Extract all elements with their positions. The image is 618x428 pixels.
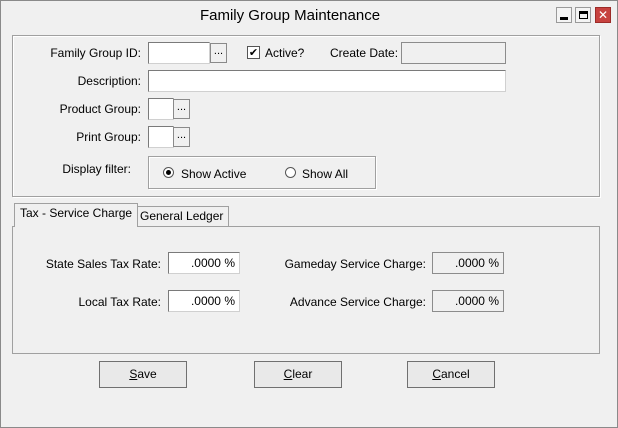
create-date-label: Create Date: <box>330 46 399 60</box>
minimize-icon <box>560 16 568 20</box>
product-group-label: Product Group: <box>59 102 141 116</box>
tax-service-charge-panel <box>12 226 600 354</box>
gameday-service-charge-label: Gameday Service Charge: <box>284 257 426 271</box>
radio-selected-dot <box>166 170 171 175</box>
local-tax-label: Local Tax Rate: <box>78 295 162 309</box>
close-icon: ✕ <box>597 8 609 22</box>
local-tax-input[interactable]: .0000 % <box>168 290 240 312</box>
family-group-id-label: Family Group ID: <box>50 46 141 60</box>
save-label: ave <box>137 367 157 381</box>
print-group-label: Print Group: <box>76 130 141 144</box>
product-group-lookup-button[interactable]: ... <box>173 99 190 119</box>
window-title: Family Group Maintenance <box>199 7 381 24</box>
cancel-button[interactable]: Cancel <box>407 361 495 388</box>
state-sales-tax-input[interactable]: .0000 % <box>168 252 240 274</box>
gameday-service-charge-field: .0000 % <box>432 252 504 274</box>
state-sales-tax-label: State Sales Tax Rate: <box>45 257 161 271</box>
active-checkbox[interactable]: ✔ <box>247 46 260 59</box>
clear-button[interactable]: Clear <box>254 361 342 388</box>
advance-service-charge-label: Advance Service Charge: <box>289 295 426 309</box>
maximize-icon <box>578 11 588 19</box>
checkmark-icon: ✔ <box>248 46 259 59</box>
active-label: Active? <box>265 46 305 60</box>
title-bar[interactable]: Family Group Maintenance ✕ <box>1 1 617 31</box>
minimize-button[interactable] <box>556 7 572 23</box>
show-active-radio[interactable] <box>163 167 174 178</box>
create-date-field <box>401 42 506 64</box>
show-active-label[interactable]: Show Active <box>181 167 246 181</box>
description-label: Description: <box>77 74 141 88</box>
family-group-window: Family Group Maintenance ✕ Family Group … <box>0 0 618 428</box>
cancel-accelerator: C <box>432 367 441 381</box>
clear-label: lear <box>292 367 313 381</box>
save-button[interactable]: Save <box>99 361 187 388</box>
tab-general-ledger[interactable]: General Ledger <box>134 206 230 227</box>
family-group-id-input[interactable] <box>148 42 210 64</box>
description-input[interactable] <box>148 70 506 92</box>
advance-service-charge-field: .0000 % <box>432 290 504 312</box>
cancel-label: ancel <box>440 367 470 381</box>
print-group-input[interactable] <box>148 126 174 148</box>
show-all-label[interactable]: Show All <box>302 167 348 181</box>
family-group-id-lookup-button[interactable]: ... <box>210 43 227 63</box>
close-button[interactable]: ✕ <box>595 7 611 23</box>
product-group-input[interactable] <box>148 98 174 120</box>
tab-tax-service-charge[interactable]: Tax - Service Charge <box>14 203 139 227</box>
show-all-radio[interactable] <box>285 167 296 178</box>
display-filter-label: Display filter: <box>62 162 131 176</box>
print-group-lookup-button[interactable]: ... <box>173 127 190 147</box>
maximize-button[interactable] <box>575 7 591 23</box>
